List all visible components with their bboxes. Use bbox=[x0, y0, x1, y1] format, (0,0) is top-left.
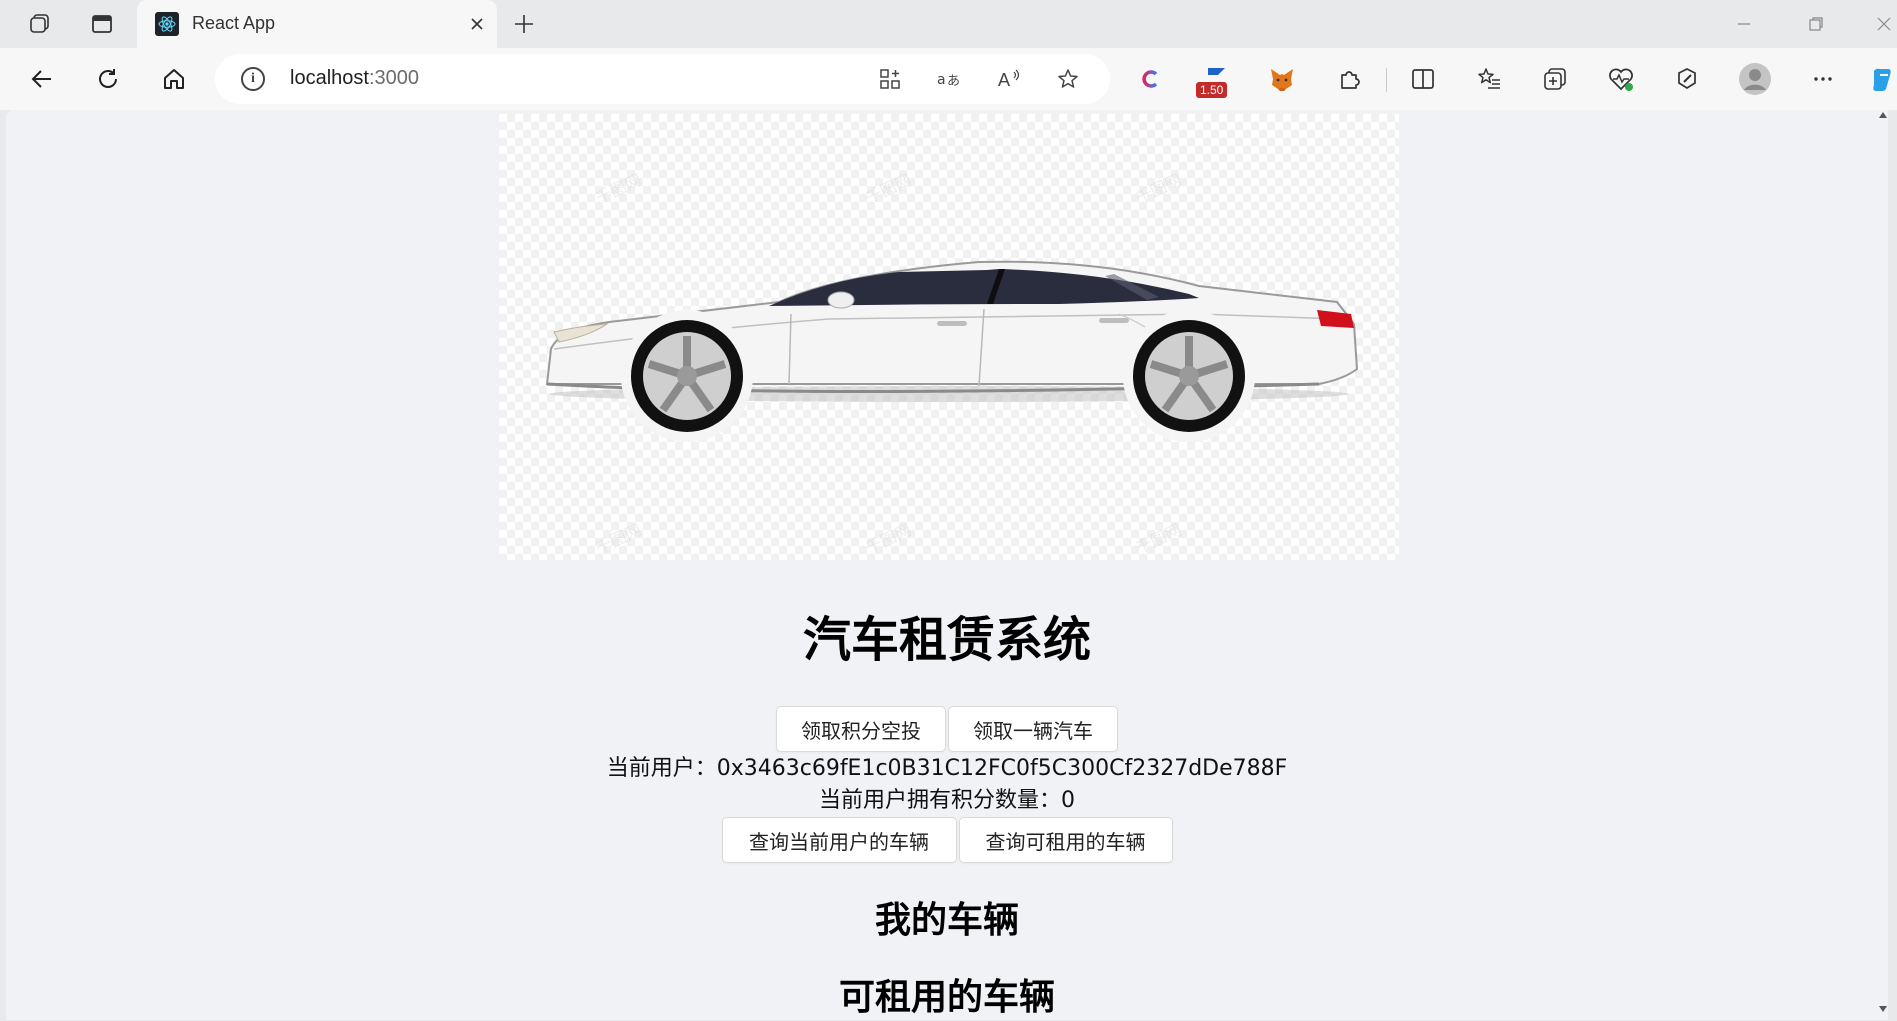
svg-text:A: A bbox=[998, 70, 1010, 90]
scroll-up-arrow-icon[interactable] bbox=[1879, 112, 1887, 118]
points-label: 当前用户拥有积分数量： bbox=[818, 788, 1061, 813]
points-line: 当前用户拥有积分数量：0 bbox=[6, 786, 1888, 816]
minimize-icon[interactable] bbox=[1724, 10, 1764, 38]
favorites-icon[interactable] bbox=[1469, 59, 1509, 99]
translate-icon[interactable]: aあ bbox=[929, 59, 969, 99]
metamask-fox-icon[interactable] bbox=[1262, 59, 1302, 99]
svg-text:千图网: 千图网 bbox=[1133, 170, 1185, 208]
refresh-icon[interactable] bbox=[88, 59, 128, 99]
my-cars-heading: 我的车辆 bbox=[874, 900, 1019, 941]
tab-title: React App bbox=[192, 13, 276, 33]
restore-icon[interactable] bbox=[1796, 10, 1836, 38]
copilot-icon[interactable] bbox=[1862, 59, 1897, 99]
copilot-edit-icon[interactable] bbox=[1667, 59, 1707, 99]
site-info-icon[interactable]: i bbox=[241, 67, 265, 91]
page-scrollbar[interactable] bbox=[1878, 110, 1888, 1020]
collections-icon[interactable] bbox=[1535, 59, 1575, 99]
svg-text:千图网: 千图网 bbox=[593, 520, 645, 558]
react-icon bbox=[155, 12, 179, 36]
claim-car-button[interactable]: 领取一辆汽车 bbox=[948, 706, 1118, 752]
svg-text:あ: あ bbox=[947, 74, 960, 89]
svg-text:千图网: 千图网 bbox=[863, 520, 915, 558]
svg-text:a: a bbox=[937, 72, 946, 88]
address-bar[interactable]: i localhost:3000 aあ A bbox=[215, 54, 1110, 104]
svg-text:千图网: 千图网 bbox=[593, 170, 645, 208]
current-user-label: 当前用户： bbox=[606, 756, 717, 781]
airdrop-button[interactable]: 领取积分空投 bbox=[776, 706, 946, 752]
back-arrow-icon[interactable] bbox=[22, 59, 62, 99]
browser-toolbar: i localhost:3000 aあ A bbox=[0, 48, 1897, 110]
vertical-tabs-icon[interactable] bbox=[82, 8, 122, 40]
points-value: 0 bbox=[1061, 788, 1075, 813]
action-button-row: 领取积分空投 领取一辆汽车 bbox=[6, 706, 1888, 752]
query-available-cars-button[interactable]: 查询可租用的车辆 bbox=[958, 817, 1173, 863]
avatar[interactable] bbox=[1735, 59, 1775, 99]
svg-text:千图网: 千图网 bbox=[1133, 520, 1185, 558]
scroll-down-arrow-icon[interactable] bbox=[1879, 1006, 1887, 1012]
query-my-cars-button[interactable]: 查询当前用户的车辆 bbox=[721, 817, 957, 863]
new-tab-button[interactable] bbox=[508, 8, 540, 40]
car-hero-image: 千图网 千图网 千图网 千图网 千图网 千图网 bbox=[499, 114, 1399, 560]
toolbar-divider bbox=[1386, 68, 1387, 92]
more-options-icon[interactable] bbox=[1803, 59, 1843, 99]
extension-c-icon[interactable] bbox=[1130, 59, 1170, 99]
page-viewport: 千图网 千图网 千图网 千图网 千图网 千图网 汽车租赁系统 领取积分空投 领取… bbox=[6, 110, 1888, 1020]
current-user-line: 当前用户：0x3463c69fE1c0B31C12FC0f5C300Cf2327… bbox=[6, 754, 1888, 784]
browser-essentials-icon[interactable] bbox=[1601, 59, 1641, 99]
extensions-puzzle-icon[interactable] bbox=[1330, 59, 1370, 99]
page-title: 汽车租赁系统 bbox=[802, 612, 1091, 668]
extension-badge: 1.50 bbox=[1196, 82, 1228, 98]
close-icon[interactable] bbox=[465, 12, 489, 36]
current-user-address: 0x3463c69fE1c0B31C12FC0f5C300Cf2327dDe78… bbox=[716, 756, 1288, 781]
read-aloud-icon[interactable]: A bbox=[989, 59, 1029, 99]
window-close-icon[interactable] bbox=[1864, 10, 1897, 38]
app-available-icon[interactable] bbox=[870, 59, 910, 99]
split-screen-icon[interactable] bbox=[1403, 59, 1443, 99]
favorite-star-icon[interactable] bbox=[1048, 59, 1088, 99]
tab-actions-icon[interactable] bbox=[20, 8, 60, 40]
svg-text:千图网: 千图网 bbox=[863, 170, 915, 208]
home-icon[interactable] bbox=[154, 59, 194, 99]
tab-react-app[interactable]: React App bbox=[137, 0, 497, 48]
query-button-row: 查询当前用户的车辆 查询可租用的车辆 bbox=[6, 817, 1888, 863]
tab-bar: React App bbox=[0, 0, 1897, 48]
available-cars-heading: 可租用的车辆 bbox=[838, 977, 1055, 1018]
url-text[interactable]: localhost:3000 bbox=[290, 67, 419, 90]
